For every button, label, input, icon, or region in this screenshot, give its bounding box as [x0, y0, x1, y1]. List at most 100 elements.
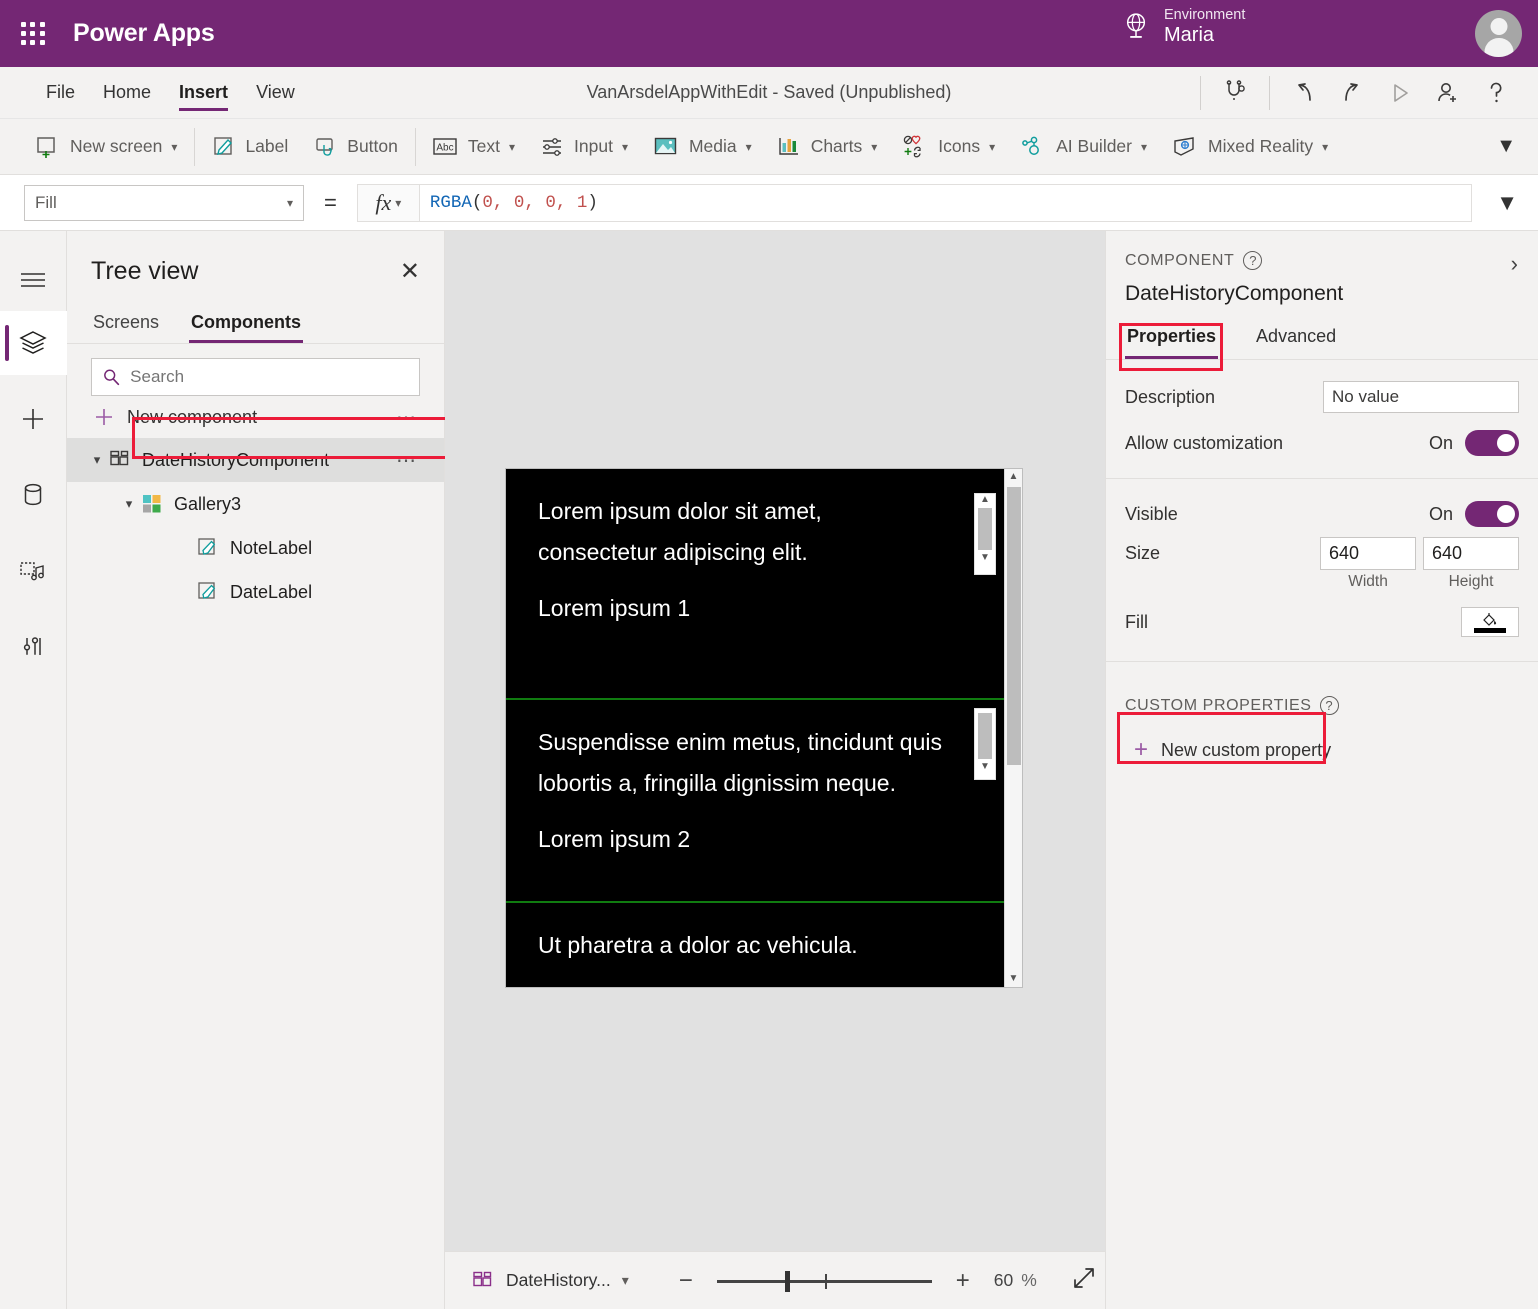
menu-item-home[interactable]: Home	[89, 67, 165, 118]
undo-icon[interactable]	[1282, 73, 1326, 113]
ribbon-expand-chevron-down-icon[interactable]: ▼	[1496, 135, 1516, 158]
gallery3-preview[interactable]: Lorem ipsum dolor sit amet, consectetur …	[506, 469, 1006, 987]
new-component-overflow-icon[interactable]: ⋯	[396, 405, 418, 430]
share-icon[interactable]	[1426, 73, 1470, 113]
status-component-selector[interactable]: DateHistory... ▾	[471, 1270, 629, 1292]
advanced-tools-icon[interactable]	[0, 615, 67, 679]
fill-color-picker[interactable]	[1461, 607, 1519, 637]
scroll-down-arrow-icon[interactable]: ▼	[1005, 971, 1022, 987]
help-circle-icon[interactable]: ?	[1319, 696, 1339, 715]
environment-name: Maria	[1164, 23, 1215, 46]
tree-node-datelabel[interactable]: DateLabel	[67, 570, 444, 614]
tree-node-notelabel[interactable]: NoteLabel	[67, 526, 444, 570]
zoom-in-plus-icon[interactable]: +	[950, 1268, 976, 1293]
menu-item-file[interactable]: File	[32, 67, 89, 118]
ribbon-media[interactable]: Media ▾	[641, 127, 765, 167]
note-label-scrollbar[interactable]: ▲ ▼	[974, 493, 996, 575]
fx-glyph: fx	[375, 189, 392, 215]
zoom-out-minus-icon[interactable]: −	[673, 1268, 699, 1293]
zoom-controls: − + 60 %	[673, 1268, 1037, 1293]
slider-knob[interactable]	[784, 1270, 790, 1292]
tree-node-label: DateLabel	[230, 581, 313, 602]
play-preview-icon[interactable]	[1378, 73, 1422, 113]
chevron-down-icon[interactable]: ▾	[622, 1272, 629, 1289]
formula-input[interactable]: RGBA(0, 0, 0, 1)	[418, 183, 1472, 222]
data-database-icon[interactable]	[0, 463, 67, 527]
size-height-field[interactable]: 640	[1423, 537, 1519, 570]
redo-icon[interactable]	[1330, 73, 1374, 113]
ribbon-ai-builder[interactable]: AI Builder ▾	[1008, 127, 1160, 167]
scrollbar-thumb[interactable]	[978, 713, 992, 759]
tab-advanced[interactable]: Advanced	[1254, 322, 1338, 359]
tree-node-datehistorycomponent[interactable]: ▾ DateHistoryComponent ⋯	[67, 438, 444, 482]
scroll-down-arrow-icon[interactable]: ▼	[980, 552, 990, 564]
menu-bar: File Home Insert View VanArsdelAppWithEd…	[0, 67, 1538, 119]
help-circle-icon[interactable]: ?	[1243, 251, 1263, 270]
ribbon-input[interactable]: Input ▾	[528, 127, 641, 167]
size-width-field[interactable]: 640	[1320, 537, 1416, 570]
fit-screen-icon[interactable]	[1071, 1265, 1097, 1297]
ribbon-button[interactable]: Button	[301, 127, 411, 167]
chevron-down-icon[interactable]: ▾	[85, 452, 109, 468]
allow-customization-toggle[interactable]	[1465, 430, 1519, 456]
search-input[interactable]	[130, 367, 409, 387]
menu-item-view[interactable]: View	[242, 67, 309, 118]
environment-selector[interactable]: Environment Maria	[1122, 7, 1245, 47]
ribbon-charts[interactable]: Charts ▾	[765, 127, 891, 167]
help-icon[interactable]	[1474, 73, 1518, 113]
tab-properties[interactable]: Properties	[1125, 322, 1219, 359]
component-canvas[interactable]: Lorem ipsum dolor sit amet, consectetur …	[505, 468, 1023, 988]
new-custom-property-button[interactable]: + New custom property	[1125, 729, 1538, 771]
scroll-up-arrow-icon[interactable]: ▲	[980, 494, 990, 506]
zoom-slider[interactable]	[716, 1270, 932, 1292]
formula-expand-chevron-down-icon[interactable]: ▼	[1496, 190, 1518, 216]
slider-tick	[824, 1273, 827, 1289]
scrollbar-thumb[interactable]	[1007, 487, 1021, 765]
scroll-down-arrow-icon[interactable]: ▼	[980, 761, 990, 773]
description-field[interactable]: No value	[1323, 381, 1519, 413]
user-avatar[interactable]	[1475, 10, 1522, 57]
canvas-surface[interactable]: Lorem ipsum dolor sit amet, consectetur …	[445, 231, 1105, 1251]
ribbon-text[interactable]: Abc Text ▾	[420, 127, 528, 167]
scrollbar-thumb[interactable]	[978, 508, 992, 550]
svg-text:Abc: Abc	[436, 142, 453, 153]
divider	[1200, 75, 1201, 110]
search-box[interactable]	[91, 358, 420, 396]
tab-screens[interactable]: Screens	[91, 306, 161, 343]
chevron-down-icon: ▾	[745, 139, 752, 154]
media-library-icon[interactable]	[0, 539, 67, 603]
gallery-item[interactable]: Suspendisse enim metus, tincidunt quis l…	[506, 700, 1006, 903]
ribbon-label[interactable]: Label	[199, 127, 301, 167]
chevron-down-icon: ▾	[395, 195, 402, 210]
tree-view-layers-icon[interactable]	[0, 311, 67, 375]
ribbon-charts-label: Charts	[810, 136, 863, 156]
ribbon-new-screen[interactable]: New screen ▾	[22, 127, 190, 167]
ribbon-mr-label: Mixed Reality	[1208, 136, 1314, 156]
note-label-scrollbar[interactable]: ▼	[974, 708, 996, 780]
menu-item-insert[interactable]: Insert	[165, 67, 242, 118]
tree-node-gallery3[interactable]: ▾ Gallery3	[67, 482, 444, 526]
gallery-item[interactable]: Ut pharetra a dolor ac vehicula.	[506, 903, 1006, 987]
visible-toggle[interactable]	[1465, 501, 1519, 527]
scroll-up-arrow-icon[interactable]: ▲	[1005, 469, 1022, 485]
chevron-right-icon[interactable]: ›	[1511, 251, 1518, 277]
property-row-fill: Fill	[1106, 599, 1538, 645]
fx-icon[interactable]: fx ▾	[356, 183, 419, 222]
tab-components[interactable]: Components	[189, 306, 304, 343]
app-checker-icon[interactable]	[1213, 73, 1257, 113]
gallery-scrollbar[interactable]: ▲ ▼	[1004, 469, 1022, 987]
insert-plus-icon[interactable]	[0, 387, 67, 451]
hamburger-menu-icon[interactable]	[0, 247, 67, 311]
tree-node-overflow-icon[interactable]: ⋯	[396, 448, 418, 473]
search-icon	[104, 369, 120, 386]
chevron-down-icon[interactable]: ▾	[117, 496, 141, 512]
close-icon[interactable]: ✕	[400, 259, 420, 284]
property-dropdown[interactable]: Fill ▾	[24, 184, 304, 221]
properties-panel-tabs: Properties Advanced	[1106, 322, 1538, 360]
ribbon-mixed-reality[interactable]: Mixed Reality ▾	[1160, 127, 1341, 167]
gallery-item[interactable]: Lorem ipsum dolor sit amet, consectetur …	[506, 469, 1006, 700]
new-component-button[interactable]: New component ⋯	[67, 396, 444, 438]
zoom-value: 60	[993, 1270, 1014, 1290]
ribbon-icons[interactable]: Icons ▾	[890, 127, 1008, 167]
app-launcher-icon[interactable]	[18, 19, 48, 49]
